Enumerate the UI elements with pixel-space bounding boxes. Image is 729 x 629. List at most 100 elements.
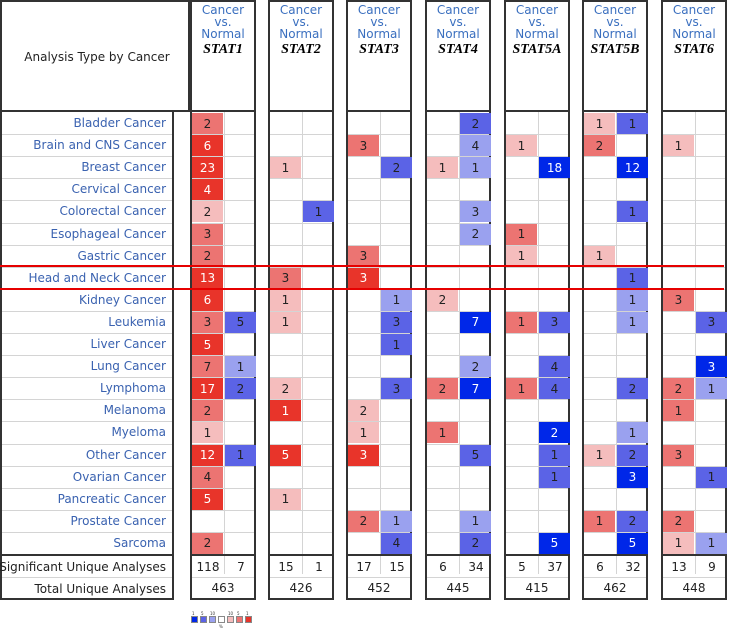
cell-overexpression[interactable]: 5 — [270, 444, 301, 466]
cell-overexpression[interactable]: 1 — [506, 135, 537, 157]
cell-underexpression[interactable]: 1 — [617, 113, 648, 135]
cell-overexpression[interactable]: 2 — [427, 289, 458, 311]
cell-underexpression[interactable]: 2 — [381, 157, 412, 179]
cell-overexpression[interactable]: 3 — [348, 245, 379, 267]
cell-underexpression[interactable]: 3 — [696, 311, 727, 333]
cell-overexpression[interactable]: 3 — [192, 311, 223, 333]
cell-underexpression[interactable]: 2 — [617, 444, 648, 466]
row-label[interactable]: Colorectal Cancer — [59, 204, 166, 218]
cell-overexpression[interactable]: 5 — [192, 488, 223, 510]
cell-underexpression[interactable]: 2 — [617, 378, 648, 400]
cell-overexpression[interactable]: 1 — [584, 245, 615, 267]
cell-underexpression[interactable]: 1 — [696, 466, 727, 488]
row-label[interactable]: Melanoma — [104, 403, 166, 417]
row-label[interactable]: Bladder Cancer — [73, 116, 166, 130]
row-label[interactable]: Breast Cancer — [81, 160, 166, 174]
cell-underexpression[interactable]: 2 — [617, 510, 648, 532]
cell-underexpression[interactable]: 1 — [460, 510, 491, 532]
cell-underexpression[interactable]: 1 — [381, 334, 412, 356]
analysis-type-link[interactable]: Cancer vs. Normal — [663, 4, 725, 40]
row-label[interactable]: Sarcoma — [113, 536, 166, 550]
cell-overexpression[interactable]: 3 — [270, 267, 301, 289]
cell-overexpression[interactable]: 1 — [427, 422, 458, 444]
cell-overexpression[interactable]: 3 — [192, 223, 223, 245]
row-label[interactable]: Pancreatic Cancer — [58, 492, 166, 506]
cell-overexpression[interactable]: 5 — [192, 334, 223, 356]
row-label[interactable]: Brain and CNS Cancer — [33, 138, 166, 152]
cell-overexpression[interactable]: 6 — [192, 135, 223, 157]
cell-overexpression[interactable]: 2 — [192, 532, 223, 554]
cell-overexpression[interactable]: 2 — [663, 510, 694, 532]
row-label[interactable]: Kidney Cancer — [79, 293, 166, 307]
row-label[interactable]: Esophageal Cancer — [50, 227, 166, 241]
analysis-type-link[interactable]: Cancer vs. Normal — [427, 4, 489, 40]
cell-overexpression[interactable]: 1 — [584, 113, 615, 135]
cell-underexpression[interactable]: 18 — [539, 157, 570, 179]
cell-underexpression[interactable]: 1 — [225, 356, 256, 378]
cell-overexpression[interactable]: 1 — [427, 157, 458, 179]
cell-underexpression[interactable]: 7 — [460, 311, 491, 333]
cell-underexpression[interactable]: 5 — [460, 444, 491, 466]
cell-underexpression[interactable]: 2 — [539, 422, 570, 444]
cell-overexpression[interactable]: 1 — [270, 311, 301, 333]
cell-underexpression[interactable]: 1 — [696, 532, 727, 554]
row-label[interactable]: Other Cancer — [86, 448, 166, 462]
cell-overexpression[interactable]: 2 — [192, 245, 223, 267]
cell-overexpression[interactable]: 1 — [270, 488, 301, 510]
cell-overexpression[interactable]: 2 — [192, 400, 223, 422]
row-label[interactable]: Lymphoma — [100, 381, 166, 395]
cell-underexpression[interactable]: 4 — [539, 356, 570, 378]
cell-underexpression[interactable]: 5 — [617, 532, 648, 554]
row-label[interactable]: Myeloma — [111, 425, 166, 439]
cell-underexpression[interactable]: 1 — [617, 289, 648, 311]
cell-overexpression[interactable]: 1 — [663, 532, 694, 554]
cell-underexpression[interactable]: 3 — [617, 466, 648, 488]
cell-underexpression[interactable]: 4 — [539, 378, 570, 400]
cell-overexpression[interactable]: 1 — [663, 400, 694, 422]
row-label[interactable]: Gastric Cancer — [77, 249, 166, 263]
cell-underexpression[interactable]: 4 — [460, 135, 491, 157]
cell-overexpression[interactable]: 23 — [192, 157, 223, 179]
cell-overexpression[interactable]: 3 — [663, 444, 694, 466]
cell-overexpression[interactable]: 7 — [192, 356, 223, 378]
cell-overexpression[interactable]: 2 — [348, 510, 379, 532]
row-label[interactable]: Head and Neck Cancer — [28, 271, 166, 285]
cell-overexpression[interactable]: 12 — [192, 444, 223, 466]
cell-overexpression[interactable]: 2 — [270, 378, 301, 400]
cell-overexpression[interactable]: 3 — [348, 267, 379, 289]
cell-overexpression[interactable]: 4 — [192, 179, 223, 201]
cell-overexpression[interactable]: 4 — [192, 466, 223, 488]
cell-underexpression[interactable]: 2 — [460, 113, 491, 135]
cell-underexpression[interactable]: 5 — [225, 311, 256, 333]
cell-underexpression[interactable]: 5 — [539, 532, 570, 554]
cell-underexpression[interactable]: 1 — [539, 466, 570, 488]
cell-overexpression[interactable]: 2 — [584, 135, 615, 157]
cell-underexpression[interactable]: 1 — [539, 444, 570, 466]
cell-overexpression[interactable]: 1 — [584, 444, 615, 466]
cell-overexpression[interactable]: 1 — [348, 422, 379, 444]
cell-overexpression[interactable]: 1 — [663, 135, 694, 157]
row-label[interactable]: Liver Cancer — [90, 337, 166, 351]
cell-overexpression[interactable]: 6 — [192, 289, 223, 311]
cell-underexpression[interactable]: 1 — [381, 289, 412, 311]
cell-underexpression[interactable]: 3 — [539, 311, 570, 333]
cell-overexpression[interactable]: 1 — [506, 223, 537, 245]
cell-overexpression[interactable]: 3 — [348, 135, 379, 157]
analysis-type-link[interactable]: Cancer vs. Normal — [506, 4, 568, 40]
cell-underexpression[interactable]: 1 — [381, 510, 412, 532]
cell-overexpression[interactable]: 3 — [663, 289, 694, 311]
cell-underexpression[interactable]: 1 — [617, 201, 648, 223]
cell-overexpression[interactable]: 2 — [192, 201, 223, 223]
cell-overexpression[interactable]: 2 — [348, 400, 379, 422]
row-label[interactable]: Lung Cancer — [91, 359, 166, 373]
cell-underexpression[interactable]: 3 — [460, 201, 491, 223]
cell-overexpression[interactable]: 1 — [192, 422, 223, 444]
cell-underexpression[interactable]: 1 — [696, 378, 727, 400]
cell-underexpression[interactable]: 1 — [225, 444, 256, 466]
cell-overexpression[interactable]: 13 — [192, 267, 223, 289]
cell-underexpression[interactable]: 12 — [617, 157, 648, 179]
cell-overexpression[interactable]: 1 — [270, 400, 301, 422]
analysis-type-link[interactable]: Cancer vs. Normal — [584, 4, 646, 40]
cell-underexpression[interactable]: 2 — [225, 378, 256, 400]
cell-underexpression[interactable]: 1 — [617, 311, 648, 333]
